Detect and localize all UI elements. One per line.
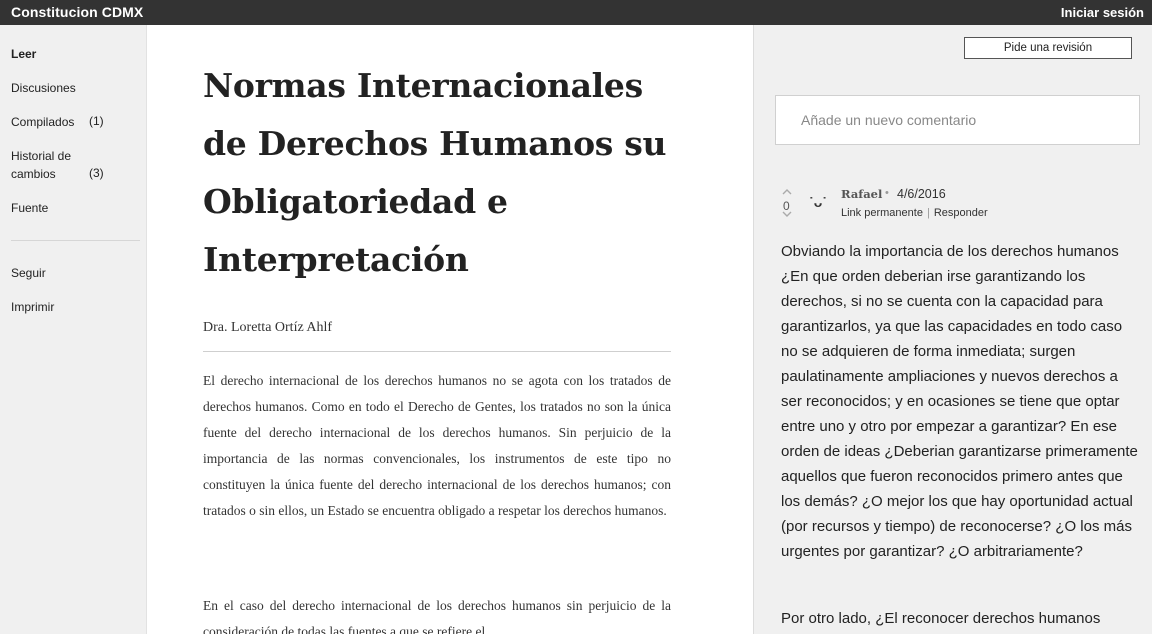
chevron-down-icon[interactable]: [782, 211, 792, 220]
permalink-link[interactable]: Link permanente: [841, 207, 923, 219]
document-title: Normas Internacionales de Derechos Human…: [203, 66, 667, 279]
new-comment-box[interactable]: [775, 95, 1140, 145]
sidebar: Leer Discusiones Compilados (1) Historia…: [0, 25, 145, 634]
document-paragraph[interactable]: El derecho internacional de los derechos…: [203, 368, 671, 524]
chevron-up-icon[interactable]: [782, 188, 792, 197]
comment-body-continued: Por otro lado, ¿El reconocer derechos hu…: [781, 610, 1101, 627]
new-comment-input[interactable]: [776, 96, 1139, 144]
document-panel: Normas Internacionales de Derechos Human…: [146, 25, 754, 634]
reply-link[interactable]: Responder: [934, 207, 988, 219]
document-paragraph[interactable]: En el caso del derecho internacional de …: [203, 593, 671, 634]
comment-author[interactable]: Rafael: [841, 187, 882, 201]
login-link[interactable]: Iniciar sesión: [1061, 5, 1144, 20]
avatar: ˙ᴗ˙: [809, 194, 827, 210]
comments-panel: Pide una revisión 0 ˙ᴗ˙ Rafael • 4/6/201…: [755, 25, 1152, 634]
sidebar-item-discussions[interactable]: Discusiones: [11, 79, 76, 97]
site-brand[interactable]: Constitucion CDMX: [11, 4, 143, 20]
sidebar-item-follow[interactable]: Seguir: [11, 264, 46, 282]
comment-date: 4/6/2016: [897, 187, 946, 201]
top-bar: Constitucion CDMX Iniciar sesión: [0, 0, 1152, 25]
comment-body: Obviando la importancia de los derechos …: [781, 243, 1138, 560]
document-author: Dra. Loretta Ortíz Ahlf: [203, 320, 333, 335]
sidebar-item-history-line2[interactable]: cambios: [11, 165, 56, 183]
history-count: (3): [89, 166, 104, 180]
request-review-button[interactable]: Pide una revisión: [964, 37, 1132, 59]
sidebar-item-print[interactable]: Imprimir: [11, 298, 54, 316]
sidebar-item-read[interactable]: Leer: [11, 45, 36, 63]
meta-separator: •: [885, 187, 889, 199]
author-divider: [203, 351, 671, 352]
sidebar-divider: [11, 240, 140, 241]
sidebar-item-compiled[interactable]: Compilados: [11, 113, 74, 131]
compiled-count: (1): [89, 114, 104, 128]
sidebar-item-history[interactable]: Historial de: [11, 147, 71, 165]
comment-links: Link permanente | Responder: [841, 207, 988, 219]
sidebar-item-source[interactable]: Fuente: [11, 199, 48, 217]
link-separator: |: [926, 207, 930, 219]
